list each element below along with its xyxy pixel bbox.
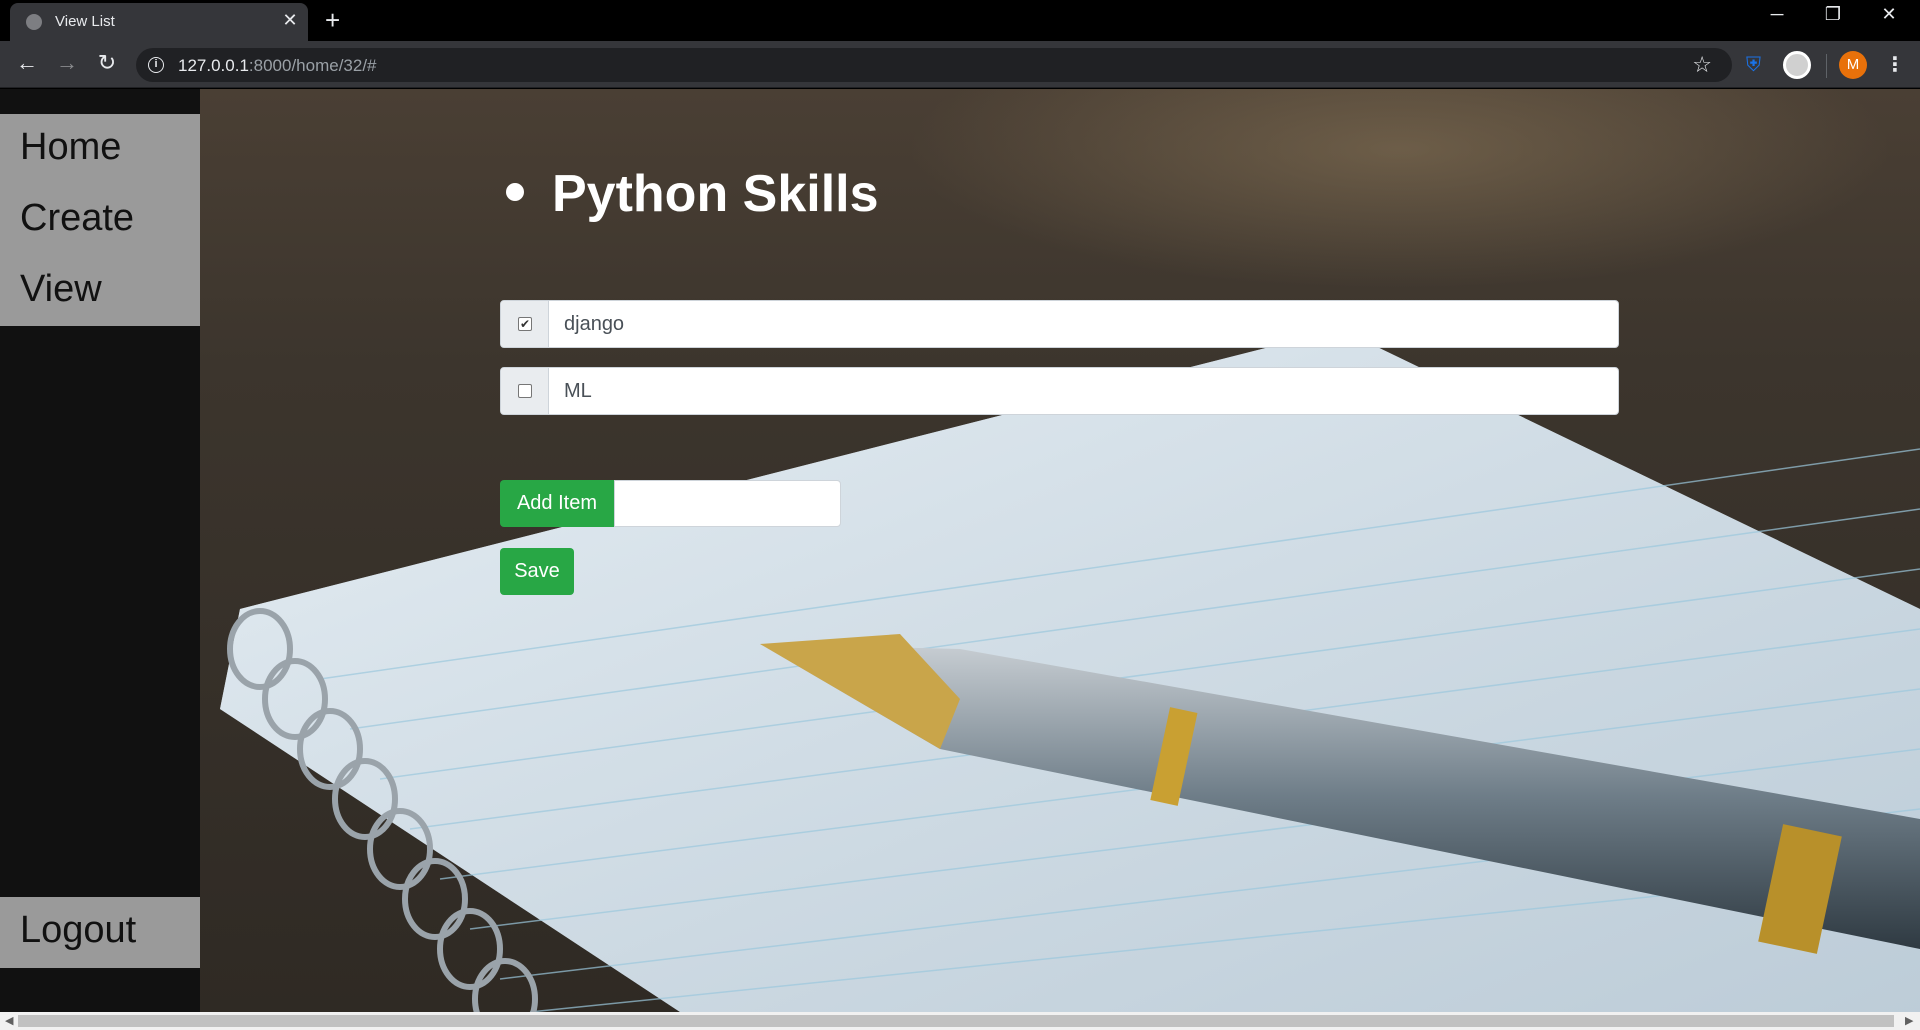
profile-avatar[interactable]: M (1839, 51, 1867, 79)
extension-icon[interactable] (1783, 51, 1811, 79)
checkbox-cell (501, 368, 549, 414)
list-title: Python Skills (500, 164, 879, 224)
window-close-icon[interactable]: ✕ (1869, 4, 1909, 25)
scrollbar-thumb[interactable] (18, 1015, 1894, 1027)
sidebar-item-home[interactable]: Home (20, 126, 121, 169)
item-checkbox[interactable] (518, 384, 532, 398)
item-checkbox[interactable]: ✔ (518, 317, 532, 331)
sidebar-item-view[interactable]: View (20, 268, 102, 311)
reload-icon[interactable]: ↻ (92, 50, 122, 76)
browser-tab-bar: View List ✕ + ─ ❐ ✕ (0, 0, 1920, 41)
sidebar-item-create[interactable]: Create (20, 197, 134, 240)
sidebar-nav: Home Create View (0, 114, 200, 326)
item-text-field[interactable]: ML (564, 380, 592, 403)
page-viewport: Home Create View Logout Python Skills ✔ … (0, 89, 1920, 1012)
browser-tab[interactable]: View List ✕ (10, 3, 308, 41)
minimize-icon[interactable]: ─ (1757, 4, 1797, 25)
background-photo (200, 89, 1920, 1012)
shield-extension-icon[interactable]: ⛨ (1746, 54, 1766, 76)
forward-icon[interactable]: → (52, 50, 82, 76)
toolbar-divider (1826, 54, 1827, 78)
browser-toolbar: ← → ↻ i 127.0.0.1:8000/home/32/# ☆ (0, 41, 1920, 88)
new-item-input[interactable] (614, 480, 841, 527)
browser-menu-icon[interactable]: ⋮ (1885, 52, 1905, 77)
list-item: ✔ django (500, 300, 1619, 348)
address-bar[interactable]: i 127.0.0.1:8000/home/32/# ☆ (136, 48, 1732, 82)
url-text: 127.0.0.1:8000/home/32/# (178, 56, 377, 75)
info-icon[interactable]: i (148, 57, 164, 73)
logout-label: Logout (20, 909, 137, 951)
add-item-button[interactable]: Add Item (500, 480, 614, 527)
close-tab-icon[interactable]: ✕ (280, 10, 300, 31)
sidebar: Home Create View Logout (0, 89, 200, 1012)
scroll-left-icon[interactable]: ◀ (5, 1014, 13, 1027)
new-tab-icon[interactable]: + (325, 5, 340, 36)
bullet-icon (506, 183, 524, 202)
save-button[interactable]: Save (500, 548, 574, 595)
notebook-pen-photo (220, 329, 1920, 1012)
restore-icon[interactable]: ❐ (1813, 4, 1853, 25)
horizontal-scrollbar[interactable]: ◀ ▶ (0, 1012, 1920, 1030)
back-icon[interactable]: ← (12, 50, 42, 76)
item-text-field[interactable]: django (564, 313, 624, 336)
checkbox-cell: ✔ (501, 301, 549, 347)
scroll-right-icon[interactable]: ▶ (1905, 1014, 1913, 1027)
tab-title: View List (55, 13, 115, 30)
bookmark-star-icon[interactable]: ☆ (1692, 52, 1712, 78)
globe-icon (26, 14, 42, 30)
logout-link[interactable]: Logout (0, 897, 200, 968)
list-item: ML (500, 367, 1619, 415)
